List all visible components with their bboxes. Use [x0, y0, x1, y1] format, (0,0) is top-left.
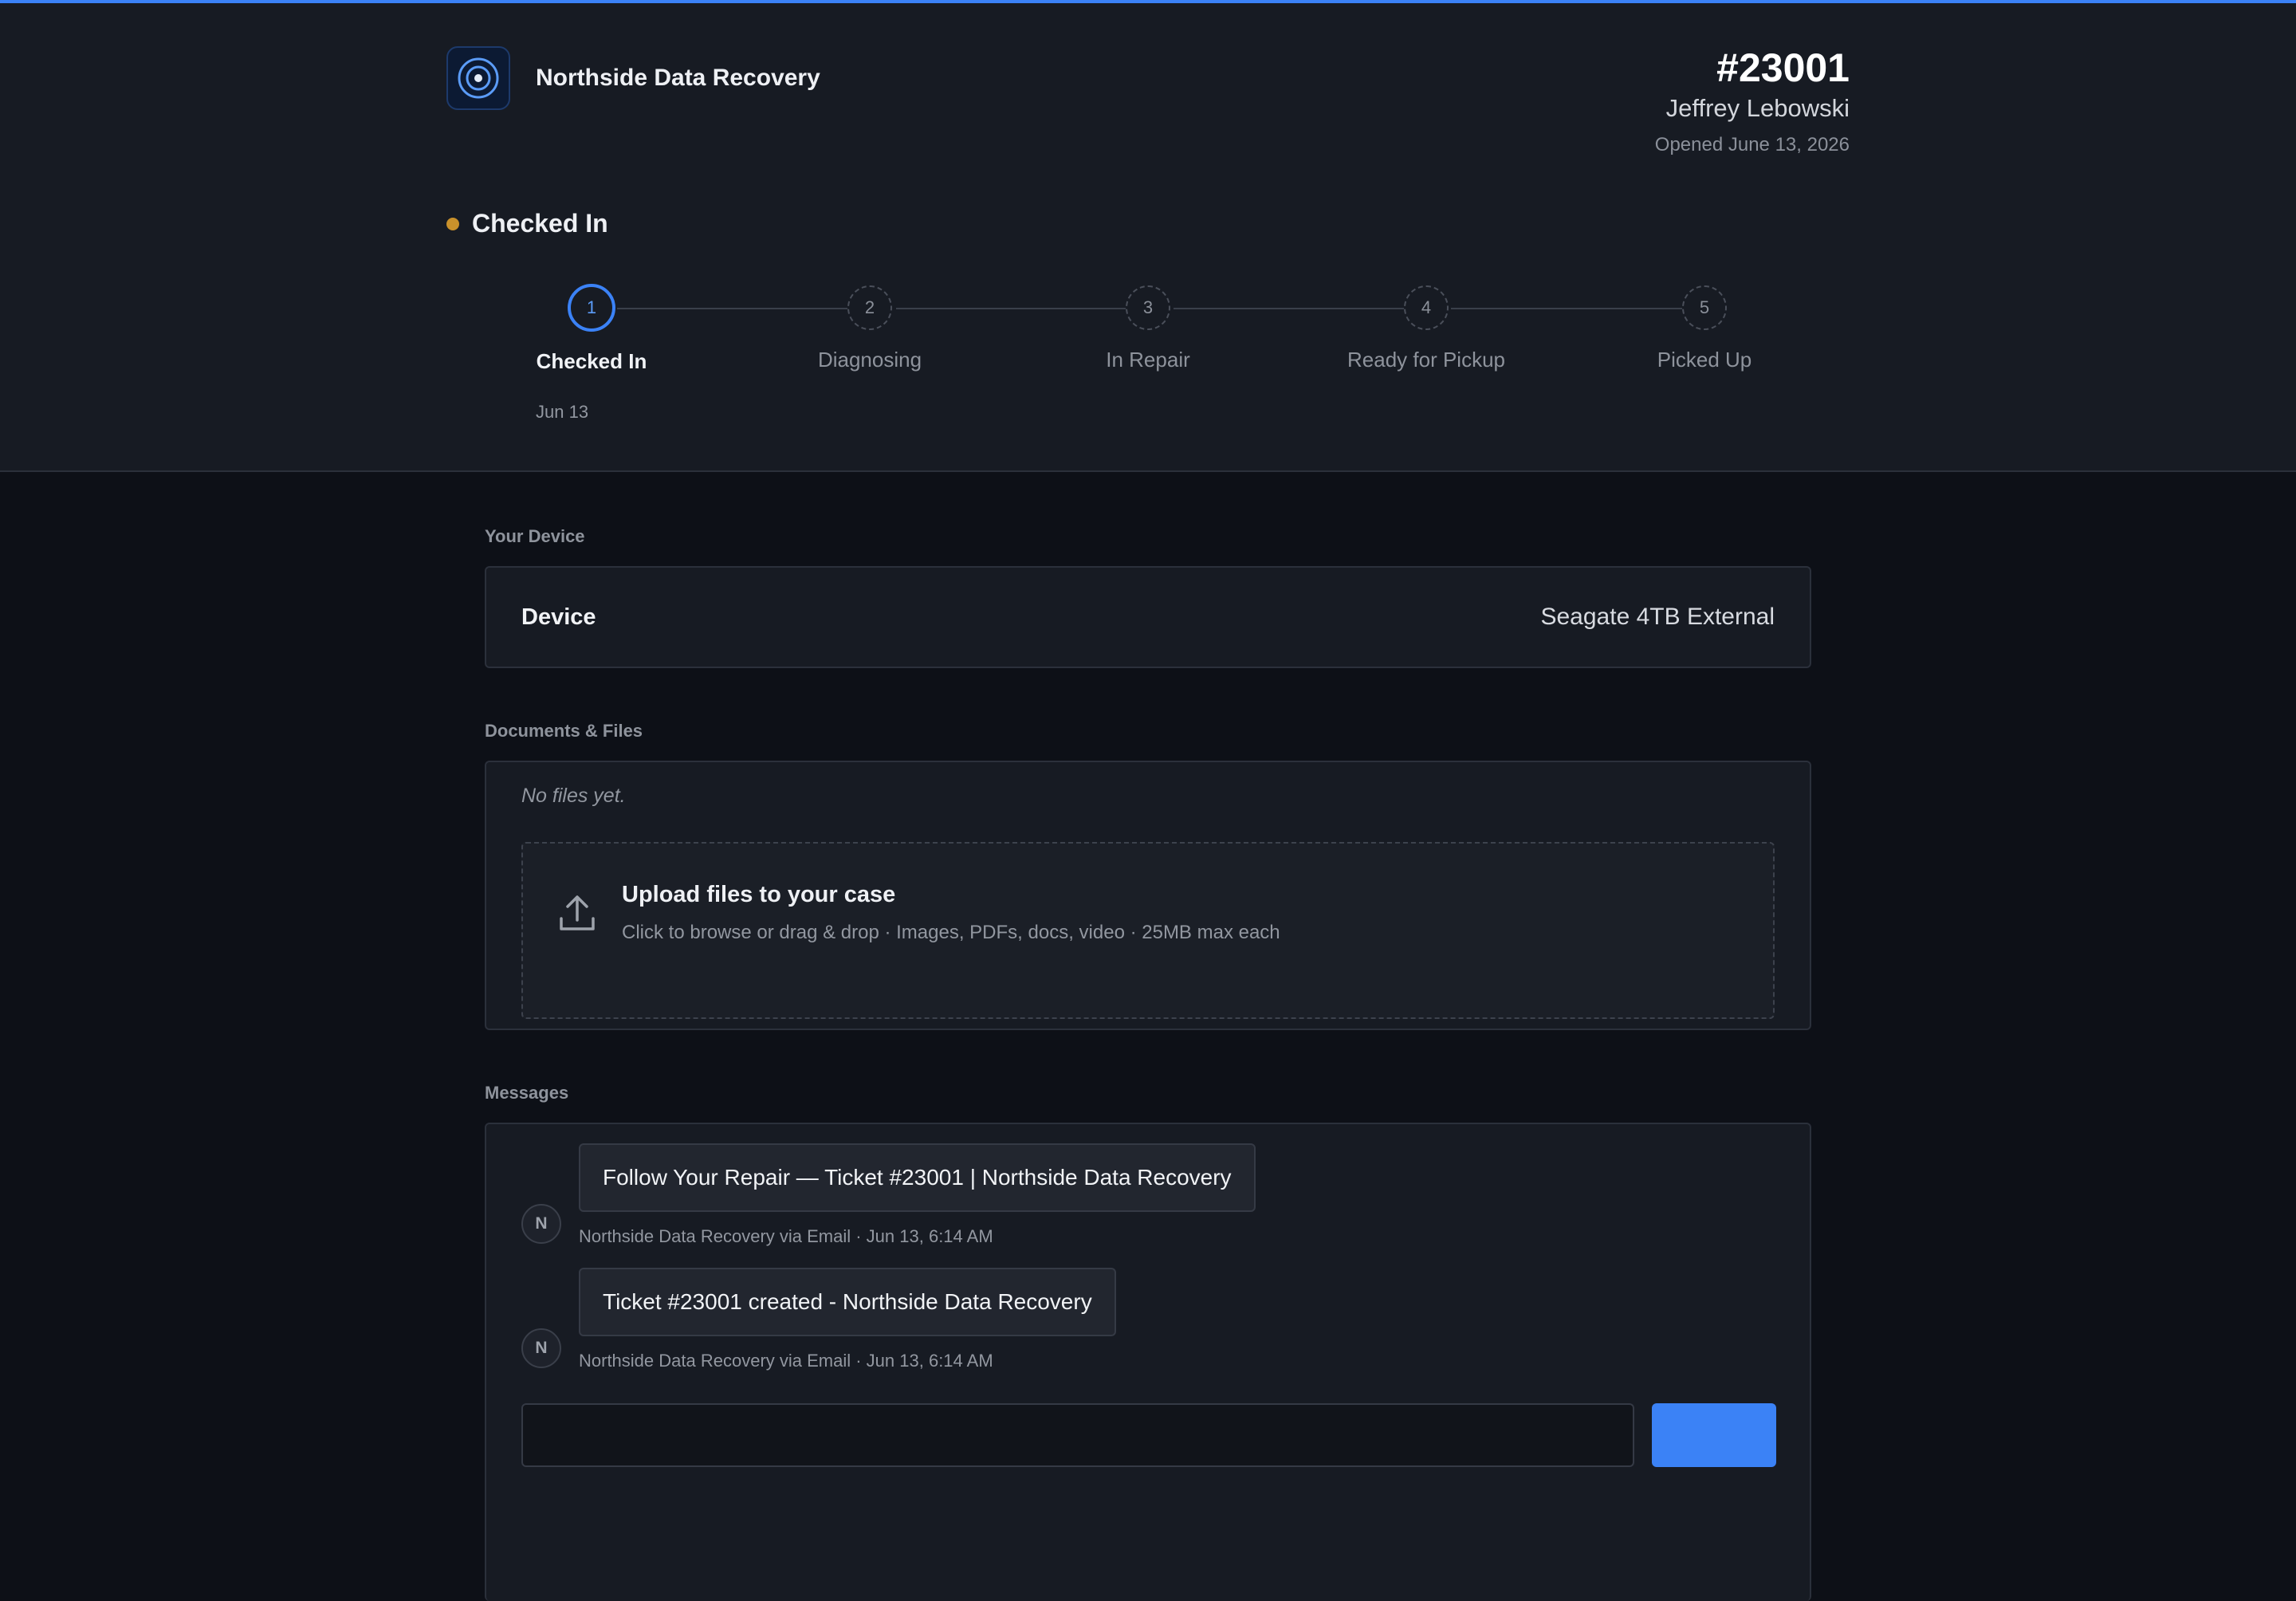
- step-label: Picked Up: [1657, 348, 1752, 372]
- message-bubble: Follow Your Repair — Ticket #23001 | Nor…: [579, 1143, 1256, 1212]
- ticket-info: #23001 Jeffrey Lebowski Opened June 13, …: [1655, 43, 1850, 156]
- message-input[interactable]: [521, 1403, 1634, 1467]
- device-card: Device Seagate 4TB External: [485, 566, 1811, 668]
- step-number: 1: [568, 284, 615, 332]
- step-number: 5: [1682, 285, 1727, 330]
- step-number: 4: [1404, 285, 1449, 330]
- brand: Northside Data Recovery: [446, 46, 820, 110]
- device-label: Device: [521, 604, 596, 630]
- message-bubble: Ticket #23001 created - Northside Data R…: [579, 1268, 1116, 1336]
- upload-hint: Click to browse or drag & drop · Images,…: [622, 922, 1280, 943]
- ticket-header: Northside Data Recovery #23001 Jeffrey L…: [0, 3, 2296, 472]
- target-icon: [446, 46, 510, 110]
- ticket-number: #23001: [1716, 45, 1850, 90]
- upload-title: Upload files to your case: [622, 882, 896, 907]
- step-diagnosing: 2 Diagnosing: [750, 282, 989, 372]
- messages-card: N Follow Your Repair — Ticket #23001 | N…: [485, 1123, 1811, 1601]
- section-heading-device: Your Device: [485, 526, 585, 546]
- avatar: N: [521, 1328, 561, 1368]
- opened-date: Opened June 13, 2026: [1654, 134, 1850, 155]
- step-date: Jun 13: [536, 402, 589, 422]
- step-number: 3: [1126, 285, 1170, 330]
- upload-icon: [558, 893, 596, 937]
- step-checked-in: 1 Checked In: [472, 282, 711, 374]
- send-button[interactable]: [1652, 1403, 1776, 1467]
- step-label: In Repair: [1106, 348, 1190, 372]
- message-meta: Northside Data Recovery via Email · Jun …: [579, 1351, 993, 1371]
- no-files-text: No files yet.: [521, 785, 626, 807]
- status-dot: [446, 217, 459, 230]
- section-heading-files: Documents & Files: [485, 721, 643, 741]
- avatar: N: [521, 1204, 561, 1244]
- step-label: Diagnosing: [817, 348, 922, 372]
- message-meta: Northside Data Recovery via Email · Jun …: [579, 1226, 993, 1246]
- status-label: Checked In: [472, 209, 608, 238]
- section-heading-messages: Messages: [485, 1083, 569, 1103]
- step-label: Ready for Pickup: [1347, 348, 1505, 372]
- step-number: 2: [847, 285, 892, 330]
- progress-stepper: 1 Checked In 2 Diagnosing 3 In Repair 4 …: [0, 282, 2296, 442]
- step-in-repair: 3 In Repair: [1028, 282, 1268, 372]
- step-ready-for-pickup: 4 Ready for Pickup: [1307, 282, 1546, 372]
- status-badge: Checked In: [446, 209, 608, 238]
- files-card: No files yet. Upload files to your case …: [485, 761, 1811, 1030]
- customer-name: Jeffrey Lebowski: [1665, 94, 1850, 122]
- upload-dropzone[interactable]: Upload files to your case Click to brows…: [521, 842, 1775, 1019]
- step-label: Checked In: [536, 349, 647, 373]
- brand-name: Northside Data Recovery: [536, 65, 820, 91]
- step-picked-up: 5 Picked Up: [1585, 282, 1824, 372]
- ticket-body: Your Device Device Seagate 4TB External …: [485, 526, 1811, 1601]
- device-value: Seagate 4TB External: [1540, 604, 1775, 630]
